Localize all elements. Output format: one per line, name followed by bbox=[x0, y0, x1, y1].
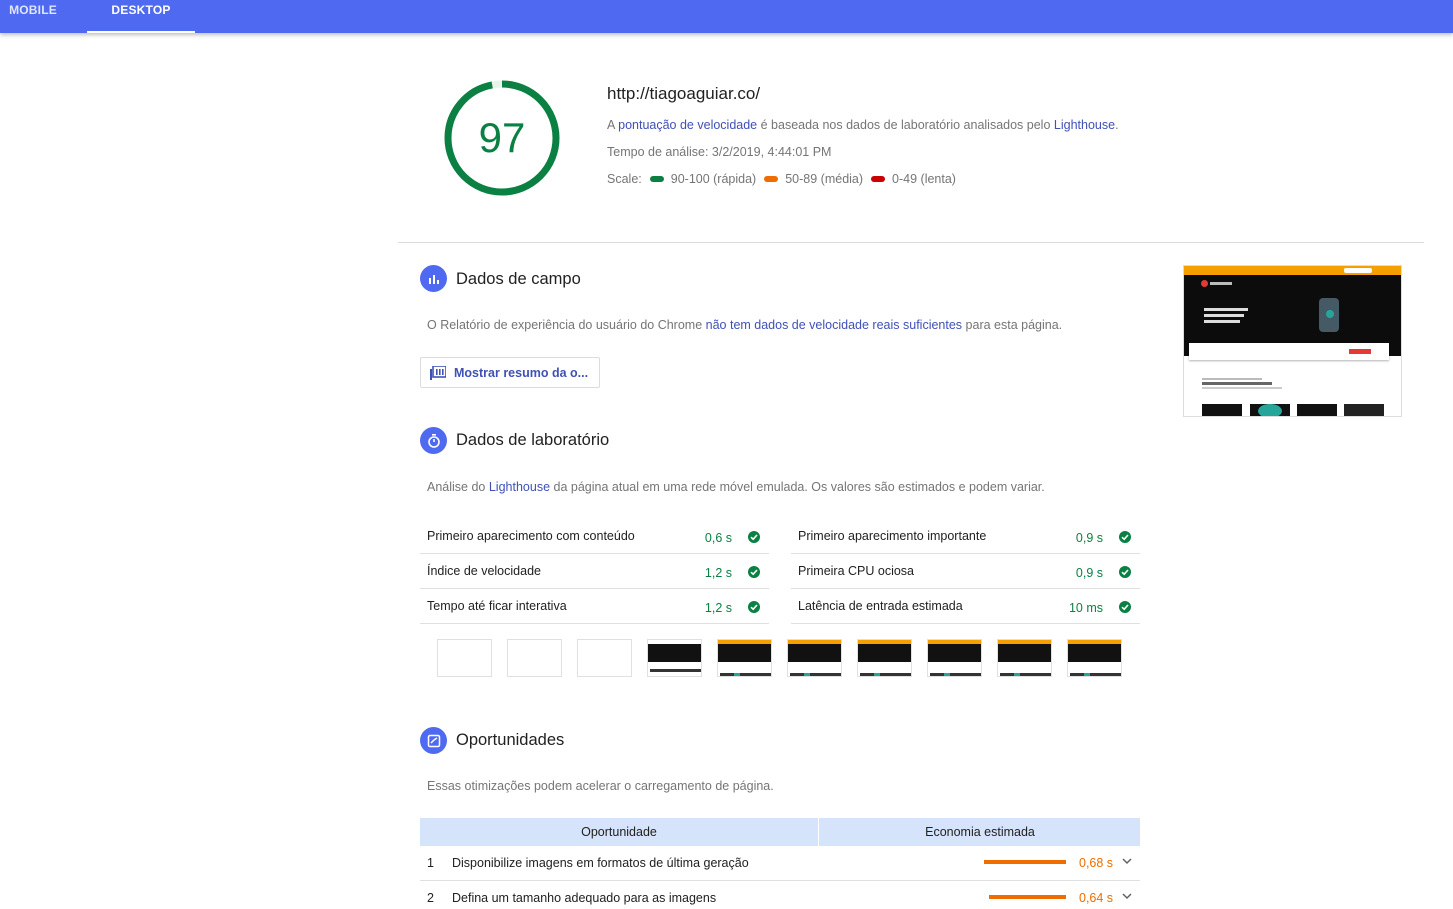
opportunity-icon bbox=[420, 727, 447, 754]
scale-slow-pill bbox=[871, 176, 886, 182]
bar-chart-icon bbox=[420, 265, 447, 292]
metric-row: Latência de entrada estimada 10 ms bbox=[791, 589, 1140, 624]
metric-row: Primeiro aparecimento importante 0,9 s bbox=[791, 519, 1140, 554]
opportunities-table-header: Oportunidade Economia estimada bbox=[420, 818, 1140, 846]
metric-name: Latência de entrada estimada bbox=[798, 599, 963, 613]
summary-text: A bbox=[607, 118, 619, 132]
metric-value: 1,2 s bbox=[704, 566, 732, 580]
savings-value: 0,64 s bbox=[1079, 891, 1114, 905]
metric-row: Tempo até ficar interativa 1,2 s bbox=[420, 589, 769, 624]
filmstrip-frame bbox=[787, 639, 842, 677]
pass-check-icon bbox=[1119, 566, 1131, 578]
filmstrip-frame bbox=[577, 639, 632, 677]
metric-row: Índice de velocidade 1,2 s bbox=[420, 554, 769, 589]
stopwatch-icon bbox=[420, 427, 447, 454]
show-origin-summary-button[interactable]: Mostrar resumo da o... bbox=[420, 357, 600, 388]
scale-average-pill bbox=[764, 176, 779, 182]
page-screenshot bbox=[1183, 265, 1402, 417]
pass-check-icon bbox=[748, 531, 760, 543]
tab-desktop-label: DESKTOP bbox=[111, 3, 171, 17]
opportunity-text: Disponibilize imagens em formatos de últ… bbox=[452, 856, 749, 870]
savings-bar bbox=[984, 860, 1066, 864]
field-desc-text: O Relatório de experiência do usuário do… bbox=[427, 318, 706, 332]
scale-fast-label: 90-100 (rápida) bbox=[670, 172, 757, 186]
opportunities-title: Oportunidades bbox=[456, 731, 565, 749]
chevron-down-icon[interactable] bbox=[1120, 889, 1134, 903]
page-url: http://tiagoaguiar.co/ bbox=[607, 84, 761, 103]
summary-text-suffix: . bbox=[1115, 118, 1119, 132]
savings-value: 0,68 s bbox=[1079, 856, 1114, 870]
field-desc-suffix: para esta página. bbox=[962, 318, 1063, 332]
score-scale: Scale: 90-100 (rápida) 50-89 (média) 0-4… bbox=[607, 172, 956, 186]
filmstrip-frame bbox=[717, 639, 772, 677]
filmstrip-frame bbox=[437, 639, 492, 677]
scale-average-label: 50-89 (média) bbox=[785, 172, 864, 186]
lab-desc-suffix: da página atual em uma rede móvel emulad… bbox=[550, 480, 1045, 494]
show-origin-summary-label: Mostrar resumo da o... bbox=[454, 365, 589, 380]
lab-desc-text: Análise do bbox=[427, 480, 489, 494]
opportunity-number: 1 bbox=[427, 856, 434, 870]
summary-text-middle: é baseada nos dados de laboratório anali… bbox=[757, 118, 1054, 132]
opportunity-row[interactable]: 1 Disponibilize imagens em formatos de ú… bbox=[420, 846, 1140, 881]
field-data-title: Dados de campo bbox=[456, 270, 581, 288]
filmstrip-frame bbox=[997, 639, 1052, 677]
insufficient-data-link[interactable]: não tem dados de velocidade reais sufici… bbox=[706, 318, 962, 332]
pass-check-icon bbox=[1119, 601, 1131, 613]
filmstrip-frame bbox=[507, 639, 562, 677]
lighthouse-link[interactable]: Lighthouse bbox=[1054, 118, 1115, 132]
metric-row: Primeira CPU ociosa 0,9 s bbox=[791, 554, 1140, 589]
opportunity-text: Defina um tamanho adequado para as image… bbox=[452, 891, 717, 905]
scale-fast-pill bbox=[649, 176, 664, 182]
score-summary: A pontuação de velocidade é baseada nos … bbox=[607, 118, 1119, 132]
pass-check-icon bbox=[748, 566, 760, 578]
tab-mobile-label: MOBILE bbox=[9, 3, 57, 17]
col-estimated-savings: Economia estimada bbox=[925, 825, 1035, 839]
analysis-time: Tempo de análise: 3/2/2019, 4:44:01 PM bbox=[607, 145, 832, 159]
metric-value: 1,2 s bbox=[704, 601, 732, 615]
filmstrip-frame bbox=[1067, 639, 1122, 677]
metric-name: Primeiro aparecimento com conteúdo bbox=[427, 529, 635, 543]
metric-value: 0,6 s bbox=[704, 531, 732, 545]
filmstrip-frame bbox=[647, 639, 702, 677]
metric-value: 0,9 s bbox=[1075, 566, 1103, 580]
field-data-description: O Relatório de experiência do usuário do… bbox=[427, 318, 1062, 332]
library-icon bbox=[430, 365, 446, 380]
filmstrip-frame bbox=[857, 639, 912, 677]
pass-check-icon bbox=[1119, 531, 1131, 543]
speed-score-link[interactable]: pontuação de velocidade bbox=[618, 118, 757, 132]
lighthouse-lab-link[interactable]: Lighthouse bbox=[489, 480, 550, 494]
savings-bar bbox=[989, 895, 1066, 899]
lab-data-title: Dados de laboratório bbox=[456, 431, 610, 449]
pass-check-icon bbox=[748, 601, 760, 613]
tab-desktop[interactable]: DESKTOP bbox=[87, 0, 195, 33]
chevron-down-icon[interactable] bbox=[1120, 854, 1134, 868]
header-divider bbox=[398, 242, 1424, 243]
metric-name: Primeira CPU ociosa bbox=[798, 564, 915, 578]
opportunities-description: Essas otimizações podem acelerar o carre… bbox=[427, 779, 774, 793]
metric-value: 10 ms bbox=[1068, 601, 1103, 615]
metric-name: Primeiro aparecimento importante bbox=[798, 529, 987, 543]
opportunity-number: 2 bbox=[427, 891, 434, 905]
metric-name: Tempo até ficar interativa bbox=[427, 599, 567, 613]
lab-data-description: Análise do Lighthouse da página atual em… bbox=[427, 480, 1045, 494]
tab-mobile[interactable]: MOBILE bbox=[0, 0, 66, 33]
score-value: 97 bbox=[478, 114, 526, 161]
report-tabbar: MOBILE DESKTOP bbox=[0, 0, 1453, 33]
scale-label: Scale: bbox=[607, 172, 642, 186]
col-opportunity: Oportunidade bbox=[420, 818, 819, 846]
active-tab-indicator bbox=[87, 31, 195, 33]
opportunity-row[interactable]: 2 Defina um tamanho adequado para as ima… bbox=[420, 881, 1140, 909]
metric-value: 0,9 s bbox=[1075, 531, 1103, 545]
metric-row: Primeiro aparecimento com conteúdo 0,6 s bbox=[420, 519, 769, 554]
filmstrip-frame bbox=[927, 639, 982, 677]
metric-name: Índice de velocidade bbox=[427, 564, 541, 578]
scale-slow-label: 0-49 (lenta) bbox=[892, 172, 956, 186]
